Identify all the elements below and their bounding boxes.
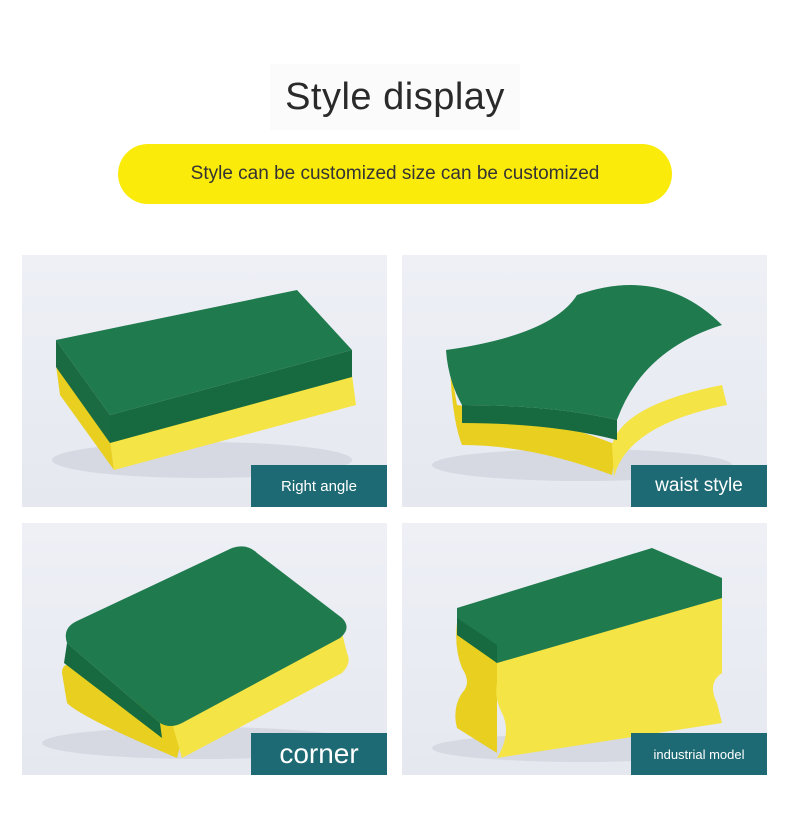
page-title: Style display [285, 75, 505, 118]
style-card-industrial-model: industrial model [402, 523, 767, 775]
style-label-industrial-model: industrial model [631, 733, 767, 775]
style-label-right-angle: Right angle [251, 465, 387, 507]
title-plate: Style display [270, 64, 520, 130]
style-card-corner: corner [22, 523, 387, 775]
subtitle-text: Style can be customized size can be cust… [190, 163, 600, 184]
subtitle-banner: Style can be customized size can be cust… [118, 144, 672, 204]
style-card-waist-style: waist style [402, 255, 767, 507]
style-card-right-angle: Right angle [22, 255, 387, 507]
style-label-waist-style: waist style [631, 465, 767, 507]
style-label-corner: corner [251, 733, 387, 775]
